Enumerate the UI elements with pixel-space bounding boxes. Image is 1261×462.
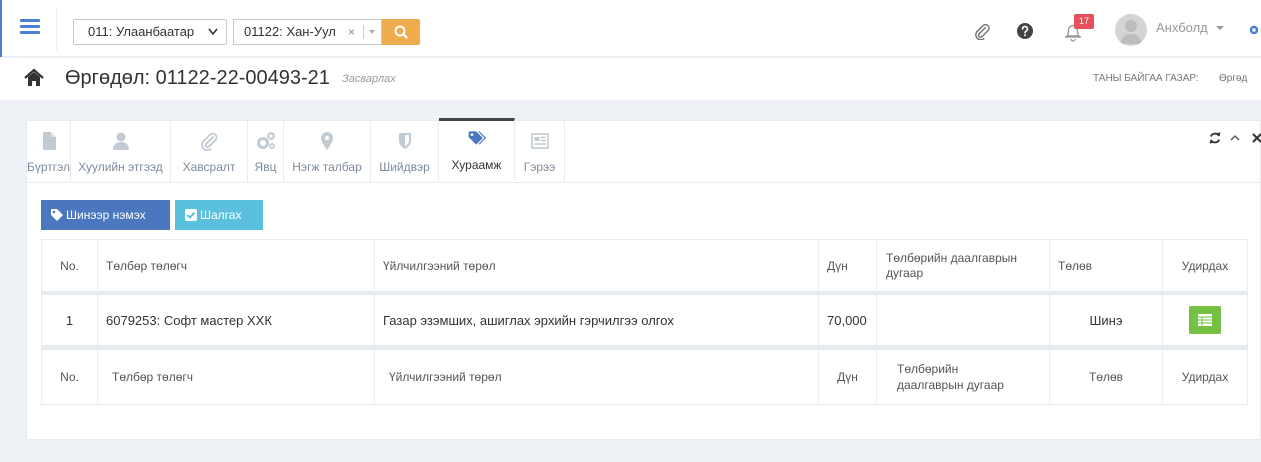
map-pin-icon bbox=[321, 132, 333, 150]
tab-land-parcel[interactable]: Нэгж талбар bbox=[284, 121, 371, 183]
tab-fees[interactable]: Хураамж bbox=[439, 118, 515, 181]
tab-legal-entity[interactable]: Хуулийн этгээд bbox=[71, 121, 171, 183]
table-header-row: No. Төлбөр төлөгч Үйлчилгээний төрөл Дүн… bbox=[41, 239, 1248, 291]
tags-icon bbox=[468, 131, 486, 145]
district-select[interactable]: 011: Улаанбаатар bbox=[73, 19, 227, 45]
subdistrict-select-value: 01122: Хан-Уул bbox=[244, 24, 336, 39]
user-silhouette-icon bbox=[1120, 20, 1142, 44]
newspaper-icon bbox=[530, 133, 549, 149]
tag-icon bbox=[51, 209, 63, 221]
table-row[interactable]: 1 6079253: Софт мастер ХХК Газар эзэмших… bbox=[41, 291, 1248, 345]
user-icon bbox=[112, 132, 129, 150]
reload-icon[interactable] bbox=[1208, 131, 1222, 145]
district-select-value: 011: Улаанбаатар bbox=[88, 24, 195, 39]
tab-attachments[interactable]: Хавсралт bbox=[171, 121, 248, 183]
row-status: Шинэ bbox=[1050, 295, 1163, 345]
foot-service-type: Үйлчилгээний төрөл bbox=[375, 350, 819, 404]
avatar[interactable] bbox=[1115, 14, 1147, 46]
foot-amount: Дүн bbox=[819, 350, 877, 404]
foot-payment-order-no: Төлбөрийн даалгаврын дугаар bbox=[877, 350, 1050, 404]
row-payer: 6079253: Софт мастер ХХК bbox=[98, 295, 375, 345]
menu-toggle-icon[interactable] bbox=[20, 19, 40, 35]
foot-payer: Төлбөр төлөгч bbox=[98, 350, 375, 404]
table-footer-row: No. Төлбөр төлөгч Үйлчилгээний төрөл Дүн… bbox=[41, 345, 1248, 405]
page-title: Өргөдөл: 01122-22-00493-21 bbox=[65, 67, 330, 89]
checkbox-checked-icon bbox=[185, 209, 197, 221]
location-label: ТАНЫ БАЙГАА ГАЗАР: bbox=[1093, 73, 1199, 84]
chevron-down-icon bbox=[208, 20, 218, 53]
paperclip-icon bbox=[201, 132, 218, 151]
help-icon[interactable] bbox=[1017, 23, 1033, 39]
settings-icon[interactable] bbox=[1249, 23, 1259, 37]
gears-icon bbox=[256, 132, 275, 149]
page-header: Өргөдөл: 01122-22-00493-21 Засварлах ТАН… bbox=[0, 58, 1261, 100]
add-new-button[interactable]: Шинээр нэмэх bbox=[41, 200, 170, 230]
paperclip-icon[interactable] bbox=[973, 22, 991, 40]
caret-down-icon[interactable] bbox=[368, 20, 376, 53]
foot-status: Төлөв bbox=[1050, 350, 1163, 404]
left-accent-line bbox=[0, 0, 2, 57]
user-name[interactable]: Анхболд bbox=[1156, 20, 1208, 36]
notification-badge: 17 bbox=[1074, 14, 1094, 29]
row-manage bbox=[1163, 295, 1248, 345]
clear-selection-icon[interactable]: × bbox=[348, 20, 355, 44]
tab-bar: Бүртгэл Хуулийн этгээд Хавсралт Явц Нэгж… bbox=[27, 118, 1261, 183]
col-amount: Дүн bbox=[819, 240, 877, 291]
home-icon[interactable] bbox=[24, 68, 44, 88]
table-icon bbox=[1198, 314, 1212, 326]
page-subtitle: Засварлах bbox=[342, 73, 396, 85]
tab-registration[interactable]: Бүртгэл bbox=[27, 121, 71, 183]
col-service-type: Үйлчилгээний төрөл bbox=[375, 240, 819, 291]
col-manage: Удирдах bbox=[1163, 240, 1248, 291]
shield-icon bbox=[398, 133, 411, 149]
tab-decision[interactable]: Шийдвэр bbox=[371, 121, 439, 183]
topbar-divider bbox=[56, 8, 57, 50]
subdistrict-select[interactable]: 01122: Хан-Уул × bbox=[233, 19, 382, 45]
panel-tools bbox=[1182, 131, 1261, 151]
col-payer: Төлбөр төлөгч bbox=[98, 240, 375, 291]
location-value[interactable]: Өргөд bbox=[1219, 73, 1247, 85]
col-no: No. bbox=[41, 240, 98, 291]
row-no: 1 bbox=[41, 295, 98, 345]
user-menu-caret-icon[interactable] bbox=[1216, 20, 1224, 42]
col-payment-order-no: Төлбөрийн даалгаврын дугаар bbox=[877, 240, 1050, 291]
manage-button[interactable] bbox=[1189, 306, 1221, 334]
document-icon bbox=[42, 132, 56, 150]
row-payment-order-no bbox=[877, 295, 1050, 345]
col-status: Төлөв bbox=[1050, 240, 1163, 291]
row-amount: 70,000 bbox=[819, 295, 877, 345]
select-divider bbox=[363, 25, 364, 39]
tab-contract[interactable]: Гэрээ bbox=[515, 121, 565, 183]
top-bar: 011: Улаанбаатар 01122: Хан-Уул × 17 Анх… bbox=[0, 0, 1261, 57]
foot-manage: Удирдах bbox=[1163, 350, 1248, 404]
search-icon bbox=[394, 25, 408, 39]
close-icon[interactable] bbox=[1250, 131, 1261, 145]
search-button[interactable] bbox=[382, 19, 420, 45]
content-panel: Бүртгэл Хуулийн этгээд Хавсралт Явц Нэгж… bbox=[26, 118, 1261, 440]
tab-progress[interactable]: Явц bbox=[248, 121, 284, 183]
foot-no: No. bbox=[41, 350, 98, 404]
row-service-type: Газар эзэмших, ашиглах эрхийн гэрчилгээ … bbox=[375, 295, 819, 345]
collapse-icon[interactable] bbox=[1228, 131, 1242, 145]
check-button[interactable]: Шалгах bbox=[175, 200, 263, 230]
